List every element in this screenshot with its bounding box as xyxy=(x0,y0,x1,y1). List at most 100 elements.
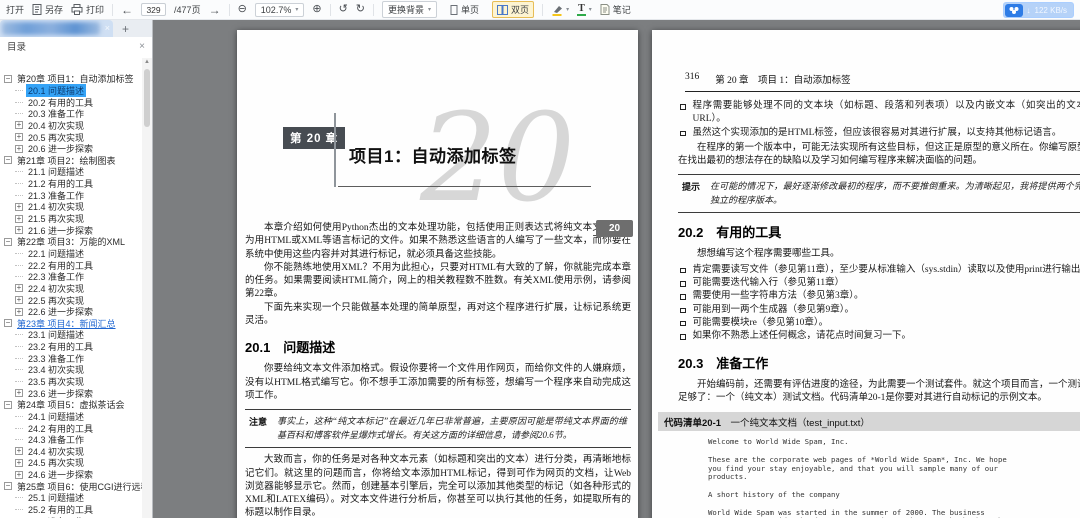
toc-item[interactable]: 20.1 问题描述 xyxy=(3,83,142,97)
page-left: 20 第 20 章 项目1：自动添加标签 20 本章介绍如何使用Python杰出… xyxy=(237,30,638,518)
left-arrow-icon: ← xyxy=(121,2,134,17)
toc-item[interactable]: − 第23章 项目4：新闻汇总 xyxy=(3,317,142,329)
tree-connector xyxy=(15,89,23,91)
toc-item[interactable]: +21.5 再次实现 xyxy=(3,213,142,225)
toc-item[interactable]: +21.6 进一步探索 xyxy=(3,224,142,236)
toc-item[interactable]: − 第24章 项目5：虚拟茶话会 xyxy=(3,399,142,411)
tree-connector xyxy=(15,509,23,511)
toc-item[interactable]: 25.1 问题描述 xyxy=(3,492,142,504)
double-page-button[interactable]: 双页 xyxy=(492,1,535,18)
toc-item[interactable]: +22.4 初次实现 xyxy=(3,283,142,295)
toc-item[interactable]: 20.3 准备工作 xyxy=(3,108,142,120)
highlighter-tool-button[interactable]: ▾ xyxy=(551,4,569,16)
expand-icon[interactable]: + xyxy=(15,284,23,293)
page-number-input[interactable] xyxy=(141,3,167,16)
expand-icon[interactable]: + xyxy=(15,133,23,142)
toc-item[interactable]: 25.2 有用的工具 xyxy=(3,504,142,516)
expand-icon[interactable]: + xyxy=(15,121,23,130)
bullet-square-icon xyxy=(680,281,686,287)
toc-item[interactable]: +22.5 再次实现 xyxy=(3,294,142,306)
document-icon xyxy=(32,4,42,15)
open-button[interactable]: 打开 xyxy=(6,3,24,16)
collapse-icon[interactable]: − xyxy=(4,482,12,491)
text-tool-button[interactable]: T ▾ xyxy=(577,3,592,16)
toc-item[interactable]: − 第21章 项目2：绘制图表 xyxy=(3,154,142,166)
paragraph: 在程序的第一个版本中，可能无法实现所有这些目标，但这正是原型的意义所在。你编写原… xyxy=(678,142,1080,167)
change-background-dropdown[interactable]: 更换背景 ▾ xyxy=(382,1,438,18)
toc-item[interactable]: 22.1 问题描述 xyxy=(3,248,142,260)
toc-item[interactable]: +21.4 初次实现 xyxy=(3,201,142,213)
toc-item[interactable]: 22.3 准备工作 xyxy=(3,271,142,283)
expand-icon[interactable]: + xyxy=(15,202,23,211)
toc-item[interactable]: +24.6 进一步探索 xyxy=(3,469,142,481)
expand-icon[interactable]: + xyxy=(15,447,23,456)
toc-panel-title: 目录 xyxy=(7,42,27,53)
code-block: Welcome to World Wide Spam, Inc. These a… xyxy=(708,437,1007,518)
next-page-button[interactable]: → xyxy=(209,4,221,16)
expand-icon[interactable]: + xyxy=(15,226,23,235)
scrollbar-thumb[interactable] xyxy=(144,69,150,127)
collapse-icon[interactable]: − xyxy=(4,156,12,165)
toc-item[interactable]: 24.1 问题描述 xyxy=(3,411,142,423)
toc-item[interactable]: +20.4 初次实现 xyxy=(3,120,142,132)
tab-close-icon[interactable]: × xyxy=(105,22,110,34)
tree-connector xyxy=(15,439,23,441)
right-arrow-icon: → xyxy=(208,2,221,17)
zoom-level-dropdown[interactable]: 102.7% ▾ xyxy=(254,2,305,17)
new-tab-button[interactable]: + xyxy=(122,23,129,35)
toc-close-icon[interactable]: × xyxy=(139,41,145,52)
toc-item[interactable]: 24.2 有用的工具 xyxy=(3,422,142,434)
collapse-icon[interactable]: − xyxy=(4,400,12,409)
toc-item[interactable]: 21.2 有用的工具 xyxy=(3,178,142,190)
toc-item[interactable]: 21.1 问题描述 xyxy=(3,166,142,178)
save-as-button[interactable]: 另存 xyxy=(32,3,63,16)
toc-item[interactable]: 23.2 有用的工具 xyxy=(3,341,142,353)
sidebar-scrollbar[interactable]: ▲ xyxy=(142,58,152,518)
expand-icon[interactable]: + xyxy=(15,307,23,316)
toc-item[interactable]: 20.2 有用的工具 xyxy=(3,96,142,108)
collapse-icon[interactable]: − xyxy=(4,237,12,246)
toc-item[interactable]: − 第22章 项目3：万能的XML xyxy=(3,236,142,248)
document-area[interactable]: 20 第 20 章 项目1：自动添加标签 20 本章介绍如何使用Python杰出… xyxy=(153,20,1080,518)
toc-item[interactable]: +24.4 初次实现 xyxy=(3,446,142,458)
zoom-out-button[interactable]: ⊖ xyxy=(238,4,247,15)
collapse-icon[interactable]: − xyxy=(4,74,12,83)
redo-button[interactable]: ↻ xyxy=(356,4,365,15)
toc-item[interactable]: 23.5 再次实现 xyxy=(3,376,142,388)
toc-item[interactable]: +22.6 进一步探索 xyxy=(3,306,142,318)
expand-icon[interactable]: + xyxy=(15,144,23,153)
zoom-in-button[interactable]: ⊕ xyxy=(312,4,321,15)
undo-button[interactable]: ↺ xyxy=(339,4,348,15)
toc-item[interactable]: +24.5 再次实现 xyxy=(3,457,142,469)
toc-item[interactable]: 23.1 问题描述 xyxy=(3,329,142,341)
expand-icon[interactable]: + xyxy=(15,214,23,223)
toc-item[interactable]: +20.6 进一步探索 xyxy=(3,143,142,155)
toc-item[interactable]: 21.3 准备工作 xyxy=(3,189,142,201)
toc-item[interactable]: 23.3 准备工作 xyxy=(3,352,142,364)
tab-bar: × + xyxy=(0,20,152,37)
toc-item[interactable]: 23.4 初次实现 xyxy=(3,364,142,376)
expand-icon[interactable]: + xyxy=(15,458,23,467)
tree-connector xyxy=(15,497,23,499)
single-page-button[interactable]: 单页 xyxy=(445,1,484,18)
toc-item[interactable]: − 第20章 项目1：自动添加标签 xyxy=(3,73,142,85)
document-tab[interactable]: × xyxy=(0,20,113,37)
separator xyxy=(373,3,374,16)
collapse-icon[interactable]: − xyxy=(4,319,12,328)
toc-item[interactable]: +20.5 再次实现 xyxy=(3,131,142,143)
toc-item[interactable]: −第25章 项目6：使用CGI进行远程编辑 xyxy=(3,480,142,492)
expand-icon[interactable]: + xyxy=(15,389,23,398)
toc-item[interactable]: +23.6 进一步探索 xyxy=(3,387,142,399)
toc-item[interactable]: 22.2 有用的工具 xyxy=(3,259,142,271)
print-button[interactable]: 打印 xyxy=(71,3,104,16)
notes-button-label: 笔记 xyxy=(612,5,631,15)
prev-page-button[interactable]: ← xyxy=(121,4,133,16)
expand-icon[interactable]: + xyxy=(15,470,23,479)
download-speed-overlay[interactable]: ↓ 122 KB/s xyxy=(1002,2,1074,18)
notes-button[interactable]: 笔记 xyxy=(600,3,631,16)
toc-item[interactable]: 24.3 准备工作 xyxy=(3,434,142,446)
expand-icon[interactable]: + xyxy=(15,295,23,304)
scrollbar-up-icon[interactable]: ▲ xyxy=(142,58,152,67)
bullet-list: 程序需要能够处理不同的文本块（如标题、段落和列表项）以及内嵌文本（如突出的文本和… xyxy=(678,100,1080,140)
bullet-text: 需要使用一些字符串方法（参见第3章）。 xyxy=(692,291,864,302)
